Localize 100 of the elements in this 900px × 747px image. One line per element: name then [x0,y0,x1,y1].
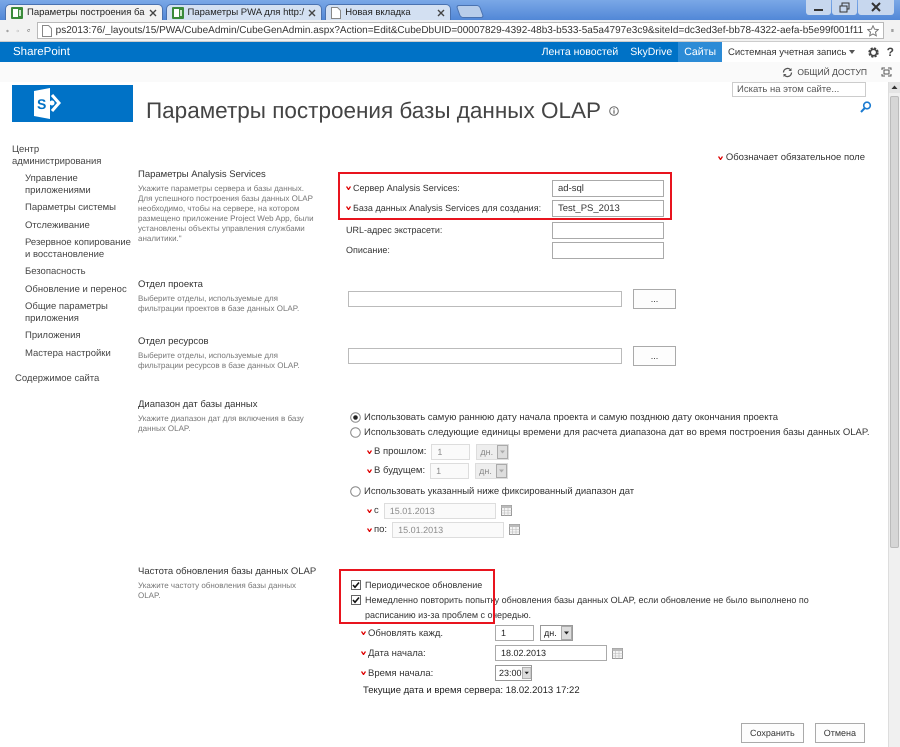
server-time: Текущие дата и время сервера: 18.02.2013 17:22 [362,684,581,698]
brand-name[interactable]: SharePoint [13,46,70,58]
site-logo[interactable]: S [12,85,133,122]
browser-tab[interactable]: Параметры построения ба [5,4,163,20]
action-button[interactable]: Сохранить [740,723,804,743]
action-button[interactable]: Отмена [814,723,865,743]
required-icon [367,468,372,472]
close-icon[interactable] [437,8,446,16]
nav-link[interactable]: Управление приложениями [25,173,137,196]
nav-link[interactable]: Параметры системы [25,202,137,214]
field-label: База данных Analysis Services для создания: [353,203,542,213]
section-description: Укажите параметры сервера и базы данных. Для успешного построения базы данных OLAP необходимо, чтобы на сервере, на котором размещено приложение Project Web App, были установлены объекты управления службами аналитики." [138,184,315,244]
favicon-icon [172,6,184,18]
checkbox[interactable] [351,595,361,605]
text-field[interactable] [552,222,664,238]
nav-title[interactable]: Центр администрирования [12,144,112,167]
calendar-icon[interactable] [612,648,623,658]
field-label: В прошлом: [374,446,426,457]
settings-icon[interactable] [866,46,880,58]
field-label: с [374,505,379,516]
field-label: по: [374,524,388,535]
required-icon [346,206,351,210]
suite-link[interactable]: Сайты [678,42,722,62]
search-field[interactable]: Искать на этом сайте... [732,82,866,97]
star-icon[interactable] [867,24,880,36]
required-icon [346,186,351,190]
section-title: Отдел ресурсов [138,336,210,347]
search-icon[interactable] [860,101,872,113]
browser-tab[interactable]: Новая вкладка [325,4,452,20]
caret-icon [849,50,856,54]
picker-field[interactable] [348,348,622,364]
nav-link[interactable]: Отслеживание [25,220,137,231]
field-label: В будущем: [374,465,426,476]
share-button[interactable]: ОБЩИЙ ДОСТУП [782,66,867,78]
picker-field[interactable] [348,291,622,307]
close-icon[interactable] [858,0,894,15]
field-label: Время начала: [368,668,434,678]
fullscreen-icon[interactable] [881,67,892,77]
url-field[interactable]: ps2013:76/_layouts/15/PWA/CubeAdmin/CubeGenAdmin.aspx?Action=Edit&CubeDbUID=00007829-4392-48b3-b533-5a5a4797e3c9&siteId=dc3ed3ef-bb78-4322-aefa-b5e99f001f11 [36,22,884,39]
required-note: Обозначает обязательное поле [726,152,865,163]
text-field[interactable]: ad-sql [552,180,664,196]
required-icon [367,508,372,512]
field-label: URL-адрес экстрасети: [346,225,442,235]
date-field[interactable]: 18.02.2013 [495,645,607,661]
radio-button[interactable] [350,427,361,438]
suite-link[interactable]: Лента новостей [536,42,624,62]
scroll-up-icon[interactable] [889,82,900,93]
nav-link[interactable]: Обновление и перенос [25,284,137,295]
section-title: Параметры Analysis Services [138,169,267,180]
field-label: Сервер Analysis Services: [353,183,460,193]
checkbox[interactable] [351,580,361,590]
suite-link[interactable]: SkyDrive [624,42,678,62]
favicon-icon [11,6,23,18]
field-label: Обновлять кажд. [368,628,444,638]
radio-button[interactable] [350,412,361,423]
caret-icon [496,464,508,478]
help-button[interactable]: ? [886,45,894,59]
restore-icon[interactable] [832,0,857,15]
time-dropdown[interactable]: 23:00 [495,665,532,681]
text-field[interactable]: Test_PS_2013 [552,200,664,216]
browse-button[interactable]: ... [633,346,676,366]
number-field[interactable]: 1 [495,625,534,641]
close-icon[interactable] [148,8,157,16]
account-menu[interactable]: Системная учетная запись [728,46,856,58]
option-label[interactable]: Использовать самую раннюю дату начала проекта и самую позднюю дату окончания проекта [364,412,778,423]
nav-link[interactable]: Безопасность [25,266,137,278]
scrollbar-thumb[interactable] [890,96,899,548]
section-title: Отдел проекта [138,279,204,290]
unit-dropdown[interactable]: дн. [540,625,573,641]
nav-link[interactable]: Содержимое сайта [15,372,138,384]
new-tab-button[interactable] [456,5,485,18]
nav-link[interactable]: Резервное копирование и восстановление [25,237,137,260]
caret-icon [497,444,508,458]
required-icon [367,450,372,454]
page-title: Параметры построения базы данных OLAP [146,98,601,125]
checkbox-label[interactable]: Периодическое обновление [365,578,482,593]
option-label[interactable]: Использовать указанный ниже фиксированный диапазон дат [364,486,634,497]
browser-tab[interactable]: Параметры PWA для http:/ [166,4,322,20]
nav-link[interactable]: Мастера настройки [25,348,137,359]
radio-button[interactable] [350,486,361,497]
nav-link[interactable]: Приложения [25,330,137,342]
section-title: Диапазон дат базы данных [138,399,258,410]
sync-icon [782,66,794,78]
text-field[interactable] [552,242,664,258]
required-icon [361,631,366,635]
page-icon [42,24,52,36]
page-icon [331,6,342,18]
required-icon [361,651,366,655]
minimize-icon[interactable] [806,0,831,15]
info-icon[interactable] [608,106,619,116]
field-label: Описание: [346,245,390,255]
required-icon [718,156,723,160]
section-description: Укажите частоту обновления базы данных OLAP. [138,581,297,601]
section-description: Выберите отделы, используемые для фильтрации проектов в базе данных OLAP. [138,294,300,314]
browse-button[interactable]: ... [633,289,676,309]
section-title: Частота обновления базы данных OLAP [138,566,318,577]
close-icon[interactable] [308,8,316,16]
required-icon [367,528,372,532]
nav-link[interactable]: Общие параметры приложения [25,301,137,324]
option-label[interactable]: Использовать следующие единицы времени для расчета диапазона дат во время построения базы данных OLAP. [364,427,870,438]
